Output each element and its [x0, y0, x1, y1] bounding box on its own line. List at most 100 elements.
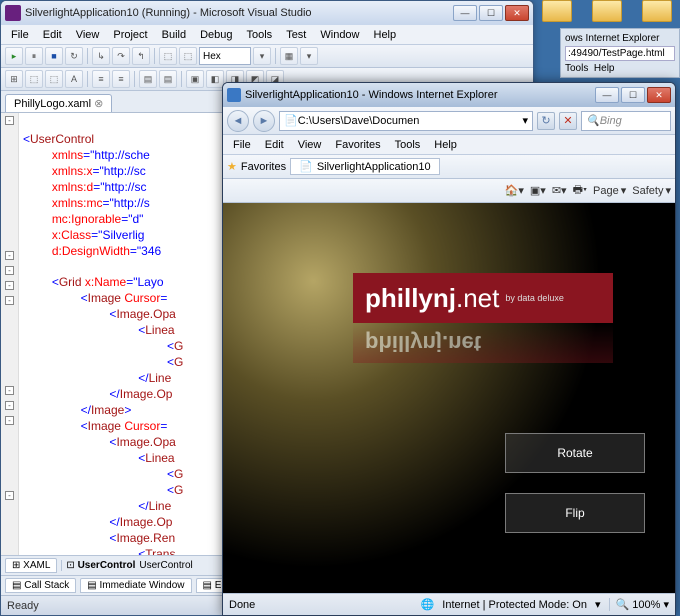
ie-content-area: phillynj.net by data deluxe phillynj.net… — [223, 203, 675, 593]
maximize-button[interactable]: ☐ — [621, 87, 645, 103]
bookmark-icon[interactable]: ▣ — [186, 70, 204, 88]
editor-gutter: - - - - - - - - - — [1, 113, 19, 555]
search-input[interactable]: 🔍 Bing — [581, 111, 671, 131]
forward-button[interactable]: ► — [253, 110, 275, 132]
fold-icon[interactable]: - — [5, 491, 14, 500]
menu-file[interactable]: File — [5, 27, 35, 43]
toolbar-button[interactable]: A — [65, 70, 83, 88]
uncomment-icon[interactable]: ▤ — [159, 70, 177, 88]
fold-icon[interactable]: - — [5, 251, 14, 260]
print-button[interactable]: 🖶▾ — [573, 181, 587, 200]
menu-tools[interactable]: Tools — [241, 27, 279, 43]
toolbar-button[interactable]: ⬚ — [25, 70, 43, 88]
toolbar-button[interactable]: ⬚ — [179, 47, 197, 65]
globe-icon: 🌐 — [421, 598, 435, 611]
ie-titlebar[interactable]: SilverlightApplication10 - Windows Inter… — [223, 83, 675, 107]
toolbar-button[interactable]: ▾ — [300, 47, 318, 65]
menu-build[interactable]: Build — [156, 27, 192, 43]
ie-navbar: ◄ ► 📄 C:\Users\Dave\Documen▾ ↻ ✕ 🔍 Bing — [223, 107, 675, 135]
menu-project[interactable]: Project — [107, 27, 153, 43]
step-out-icon[interactable]: ↰ — [132, 47, 150, 65]
comment-icon[interactable]: ▤ — [139, 70, 157, 88]
indent-more-icon[interactable]: ≡ — [112, 70, 130, 88]
document-tab[interactable]: PhillyLogo.xaml ⊗ — [5, 94, 112, 112]
close-button[interactable]: ✕ — [505, 5, 529, 21]
page-menu[interactable]: Page▾ — [593, 184, 626, 197]
ie-favorites-bar: ★ Favorites 📄SilverlightApplication10 — [223, 155, 675, 179]
star-icon[interactable]: ★ — [227, 160, 237, 173]
toolbar-button[interactable]: ▦ — [280, 47, 298, 65]
refresh-button[interactable]: ↻ — [537, 112, 555, 130]
address-bar[interactable]: 📄 C:\Users\Dave\Documen▾ — [279, 111, 533, 131]
fold-icon[interactable]: - — [5, 296, 14, 305]
callstack-tab[interactable]: ▤ Call Stack — [5, 578, 76, 593]
menu-help[interactable]: Help — [368, 27, 403, 43]
toolbar-button[interactable]: ▾ — [253, 47, 271, 65]
back-button[interactable]: ◄ — [227, 110, 249, 132]
toolbar-button[interactable]: ⬚ — [45, 70, 63, 88]
pause-icon[interactable]: ⏸ — [25, 47, 43, 65]
flip-button[interactable]: Flip — [505, 493, 645, 533]
step-over-icon[interactable]: ↷ — [112, 47, 130, 65]
mail-button[interactable]: ✉▾ — [552, 184, 567, 197]
close-button[interactable]: ✕ — [647, 87, 671, 103]
toolbar-button[interactable]: ⬚ — [159, 47, 177, 65]
breadcrumb-item[interactable]: UserControl — [78, 560, 136, 571]
zoom-control[interactable]: 🔍 100% ▾ — [609, 598, 669, 611]
breadcrumb-item[interactable]: UserControl — [139, 560, 192, 571]
protected-mode-icon[interactable]: ▾ — [595, 598, 601, 611]
status-done: Done — [229, 599, 255, 611]
vs-titlebar[interactable]: SilverlightApplication10 (Running) - Mic… — [1, 1, 533, 25]
step-into-icon[interactable]: ↳ — [92, 47, 110, 65]
menu-favorites[interactable]: Favorites — [329, 137, 386, 153]
fold-icon[interactable]: - — [5, 386, 14, 395]
status-text: Ready — [7, 600, 39, 612]
toolbar-button[interactable]: ⊞ — [5, 70, 23, 88]
minimize-button[interactable]: — — [595, 87, 619, 103]
vs-app-icon — [5, 5, 21, 21]
continue-icon[interactable]: ▸ — [5, 47, 23, 65]
ie-statusbar: Done 🌐 Internet | Protected Mode: On ▾ 🔍… — [223, 593, 675, 615]
minimize-button[interactable]: — — [453, 5, 477, 21]
rotate-button[interactable]: Rotate — [505, 433, 645, 473]
menu-view[interactable]: View — [292, 137, 328, 153]
restart-icon[interactable]: ↻ — [65, 47, 83, 65]
feeds-button[interactable]: ▣▾ — [530, 184, 546, 197]
vs-title: SilverlightApplication10 (Running) - Mic… — [25, 7, 453, 19]
fold-icon[interactable]: - — [5, 281, 14, 290]
fold-icon[interactable]: - — [5, 266, 14, 275]
home-button[interactable]: 🏠▾ — [505, 184, 524, 197]
immediate-window-tab[interactable]: ▤ Immediate Window — [80, 578, 191, 593]
stop-icon[interactable]: ■ — [45, 47, 63, 65]
fold-icon[interactable]: - — [5, 116, 14, 125]
background-ie-fragment: ows Internet Explorer :49490/TestPage.ht… — [560, 28, 680, 78]
stop-button[interactable]: ✕ — [559, 112, 577, 130]
menu-debug[interactable]: Debug — [194, 27, 238, 43]
vs-menubar: File Edit View Project Build Debug Tools… — [1, 25, 533, 45]
unpin-icon[interactable]: ⊗ — [94, 98, 103, 110]
fold-icon[interactable]: - — [5, 416, 14, 425]
ie-title: SilverlightApplication10 - Windows Inter… — [245, 89, 595, 101]
menu-file[interactable]: File — [227, 137, 257, 153]
ie-app-icon — [227, 88, 241, 102]
favorites-button[interactable]: Favorites — [241, 161, 286, 173]
menu-edit[interactable]: Edit — [259, 137, 290, 153]
ie-menubar: File Edit View Favorites Tools Help — [223, 135, 675, 155]
safety-menu[interactable]: Safety▾ — [632, 184, 671, 197]
ie-command-bar: 🏠▾ ▣▾ ✉▾ 🖶▾ Page▾ Safety▾ — [223, 179, 675, 203]
menu-window[interactable]: Window — [314, 27, 365, 43]
indent-less-icon[interactable]: ≡ — [92, 70, 110, 88]
fold-icon[interactable]: - — [5, 401, 14, 410]
phillynj-logo: phillynj.net by data deluxe — [353, 273, 613, 323]
menu-view[interactable]: View — [70, 27, 106, 43]
hex-toggle[interactable]: Hex — [199, 47, 251, 65]
maximize-button[interactable]: ☐ — [479, 5, 503, 21]
menu-tools[interactable]: Tools — [389, 137, 427, 153]
menu-help[interactable]: Help — [428, 137, 463, 153]
menu-edit[interactable]: Edit — [37, 27, 68, 43]
vs-toolbar-debug: ▸ ⏸ ■ ↻ ↳ ↷ ↰ ⬚ ⬚ Hex ▾ ▦ ▾ — [1, 45, 533, 68]
browser-tab[interactable]: 📄SilverlightApplication10 — [290, 158, 439, 175]
xaml-tab[interactable]: ⊞ XAML — [5, 558, 57, 573]
security-zone: Internet | Protected Mode: On — [442, 599, 587, 611]
menu-test[interactable]: Test — [280, 27, 312, 43]
